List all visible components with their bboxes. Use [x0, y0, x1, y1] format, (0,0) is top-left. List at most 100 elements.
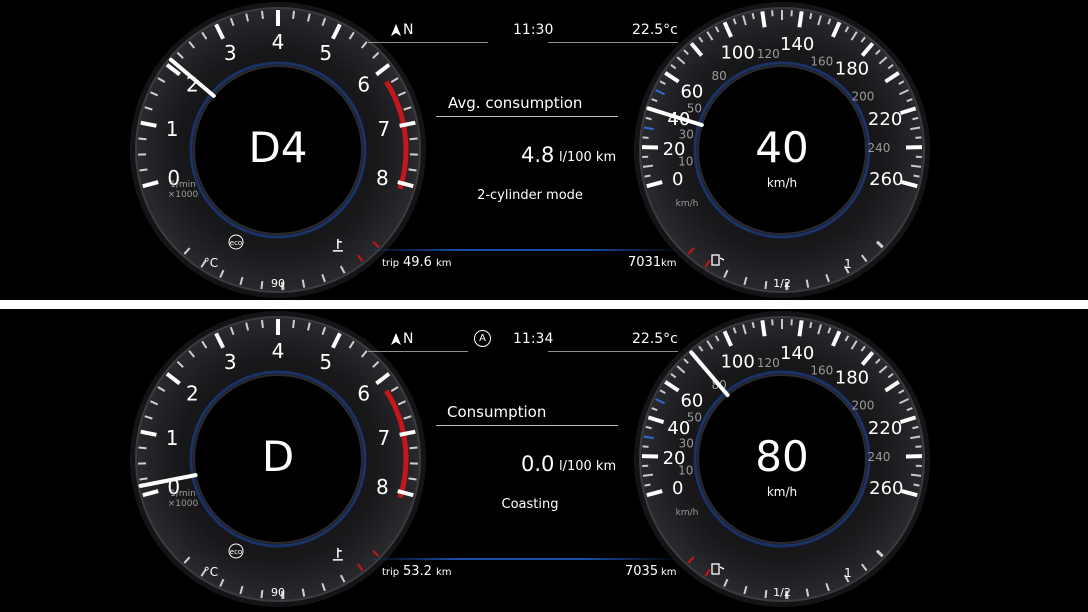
fuel-half-label: 1/2: [773, 277, 791, 290]
speed-minor-label: 80: [712, 69, 727, 83]
speed-label: 140: [780, 34, 814, 55]
fuel-half-label: 1/2: [773, 586, 791, 599]
trip-label: trip: [382, 258, 400, 269]
odometer-value: 7031: [628, 255, 662, 270]
cluster-top: 0123456781/min×1000eco°C90 0204060100140…: [0, 0, 1088, 300]
trip-unit: km: [436, 567, 452, 578]
info-title: Consumption: [447, 403, 547, 421]
consumption-unit: l/100 km: [559, 150, 617, 165]
speed-tick: [645, 116, 652, 121]
auto-start-stop-icon: A: [474, 330, 491, 347]
speed-readout: 80: [755, 432, 809, 481]
speed-minor-label: 50: [687, 101, 702, 115]
speed-label: 260: [869, 478, 903, 499]
speed-tick: [644, 483, 651, 487]
fuel-tick: [764, 280, 768, 290]
gear-indicator: D4: [248, 123, 308, 172]
speed-label: 0: [672, 169, 683, 190]
navigation-arrow-icon: [391, 333, 401, 345]
speed-minor-label: 10: [678, 464, 693, 478]
top-bar-line-right: [548, 42, 678, 43]
cluster-bottom: 0 1 2 3 4 5 6 7 8 1/min ×1000 eco °C 90 0 20 40 60 100 140…: [0, 309, 1088, 612]
speed-tick: [645, 425, 652, 430]
speed-minor-label: 240: [868, 450, 891, 464]
speed-tick: [751, 12, 755, 20]
speed-unit-small: km/h: [676, 199, 699, 209]
screenshot-divider: [0, 300, 1088, 308]
speed-label: 100: [720, 43, 754, 64]
speed-unit: km/h: [766, 176, 798, 190]
speed-unit: km/h: [766, 485, 798, 499]
consumption-value: 4.8: [521, 143, 555, 167]
speed-tick: [642, 164, 654, 168]
speed-unit-small: km/h: [676, 508, 699, 518]
odometer-unit: km: [661, 567, 677, 578]
speed-minor-label: 160: [810, 55, 833, 69]
speed-label: 0: [672, 478, 683, 499]
odometer-unit: km: [661, 258, 677, 269]
speed-minor-label: 50: [687, 410, 702, 424]
outside-temperature: 22.5°c: [632, 331, 678, 347]
speed-tick: [913, 483, 920, 487]
navigation-arrow-icon: [391, 24, 401, 36]
clock: 11:34: [513, 331, 554, 347]
speed-minor-label: 200: [851, 90, 874, 104]
speed-minor-label: 120: [757, 356, 780, 370]
consumption-unit: l/100 km: [559, 459, 617, 474]
compass-heading: N: [403, 22, 414, 38]
outside-temperature: 22.5°c: [632, 22, 678, 38]
speed-label: 220: [868, 418, 902, 439]
info-title: Avg. consumption: [448, 94, 583, 112]
trip-value: 53.2: [403, 564, 432, 579]
top-bar-line-left: [368, 351, 468, 352]
info-title-underline: [436, 116, 618, 117]
speed-label: 260: [869, 169, 903, 190]
speed-tick: [915, 445, 922, 448]
speed-minor-label: 240: [868, 141, 891, 155]
speed-label: 180: [835, 368, 869, 389]
speed-tick: [797, 320, 804, 337]
speed-tick: [760, 320, 767, 337]
fuel-full-label: 1: [844, 257, 852, 271]
speed-minor-label: 160: [810, 364, 833, 378]
mode-text: Coasting: [501, 497, 559, 512]
speed-readout: 40: [755, 123, 809, 172]
speed-tick: [642, 136, 649, 139]
speed-tick: [760, 11, 767, 28]
compass-heading: N: [403, 331, 414, 347]
speed-minor-label: 10: [678, 155, 693, 169]
speed-tick: [910, 473, 922, 477]
speed-tick: [797, 11, 804, 28]
odometer-value: 7035: [625, 564, 659, 579]
speed-tick: [913, 174, 920, 178]
status-bar-line: [362, 558, 680, 560]
trip-value: 49.6: [403, 255, 432, 270]
speed-tick: [910, 164, 922, 168]
speed-tick: [642, 473, 654, 477]
speed-tick: [751, 321, 755, 329]
speed-label: 100: [720, 352, 754, 373]
clock: 11:30: [513, 22, 554, 38]
speed-label: 60: [680, 390, 703, 411]
speed-tick: [912, 425, 919, 430]
speed-tick: [809, 321, 813, 329]
speed-minor-label: 200: [851, 399, 874, 413]
mode-text: 2-cylinder mode: [477, 188, 583, 203]
speed-tick: [642, 445, 649, 448]
speed-label: 140: [780, 343, 814, 364]
speed-minor-label: 30: [679, 436, 694, 450]
trip-unit: km: [436, 258, 452, 269]
speed-label: 180: [835, 59, 869, 80]
top-bar-line-right: [548, 351, 678, 352]
consumption-value: 0.0: [521, 452, 555, 476]
speed-minor-label: 120: [757, 47, 780, 61]
info-title-underline: [436, 425, 618, 426]
trip-label: trip: [382, 567, 400, 578]
speed-tick: [644, 174, 651, 178]
speed-label: 220: [868, 109, 902, 130]
speed-label: 60: [680, 81, 703, 102]
speed-tick: [912, 116, 919, 121]
fuel-full-label: 1: [844, 566, 852, 580]
speed-minor-label: 30: [679, 127, 694, 141]
speed-tick: [809, 12, 813, 20]
